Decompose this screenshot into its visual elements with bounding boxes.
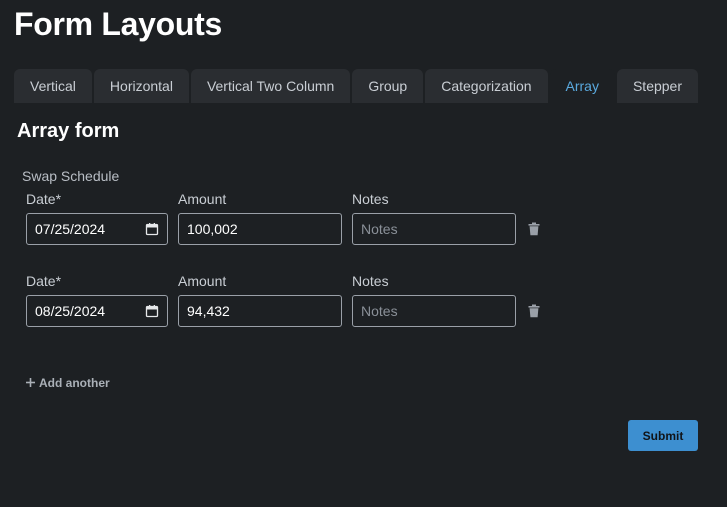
notes-input[interactable] — [361, 303, 507, 319]
tab-vertical-two-column[interactable]: Vertical Two Column — [190, 69, 351, 103]
array-row: Date* Amount Notes 07/25/2024 100,002 — [26, 191, 566, 251]
form-title: Array form — [17, 120, 120, 142]
calendar-icon[interactable] — [145, 222, 159, 236]
amount-field[interactable]: 94,432 — [178, 295, 342, 327]
tab-vertical[interactable]: Vertical — [14, 69, 92, 103]
amount-label: Amount — [178, 191, 227, 207]
calendar-icon[interactable] — [145, 304, 159, 318]
tab-categorization[interactable]: Categorization — [425, 69, 548, 103]
notes-label: Notes — [352, 191, 389, 207]
add-another-button[interactable]: Add another — [26, 376, 110, 390]
array-label: Swap Schedule — [22, 168, 120, 184]
notes-field[interactable] — [352, 213, 516, 245]
submit-button[interactable]: Submit — [628, 420, 698, 451]
date-label: Date* — [26, 191, 62, 207]
notes-label: Notes — [352, 273, 389, 289]
date-field[interactable]: 07/25/2024 — [26, 213, 168, 245]
plus-icon — [26, 376, 35, 390]
add-another-label: Add another — [39, 376, 110, 390]
tab-bar: Vertical Horizontal Vertical Two Column … — [14, 69, 699, 103]
date-value: 07/25/2024 — [35, 221, 106, 237]
notes-input[interactable] — [361, 221, 507, 237]
amount-label: Amount — [178, 273, 227, 289]
tab-stepper[interactable]: Stepper — [616, 69, 699, 103]
page-title: Form Layouts — [14, 6, 222, 42]
amount-value: 94,432 — [187, 303, 230, 319]
date-value: 08/25/2024 — [35, 303, 106, 319]
date-field[interactable]: 08/25/2024 — [26, 295, 168, 327]
notes-field[interactable] — [352, 295, 516, 327]
amount-value: 100,002 — [187, 221, 238, 237]
tab-group[interactable]: Group — [352, 69, 424, 103]
page: Form Layouts Vertical Horizontal Vertica… — [0, 0, 727, 507]
tab-array[interactable]: Array — [549, 69, 615, 103]
array-row: Date* Amount Notes 08/25/2024 94,432 — [26, 273, 566, 333]
date-label: Date* — [26, 273, 62, 289]
tab-horizontal[interactable]: Horizontal — [93, 69, 189, 103]
amount-field[interactable]: 100,002 — [178, 213, 342, 245]
trash-icon[interactable] — [528, 222, 540, 236]
trash-icon[interactable] — [528, 304, 540, 318]
